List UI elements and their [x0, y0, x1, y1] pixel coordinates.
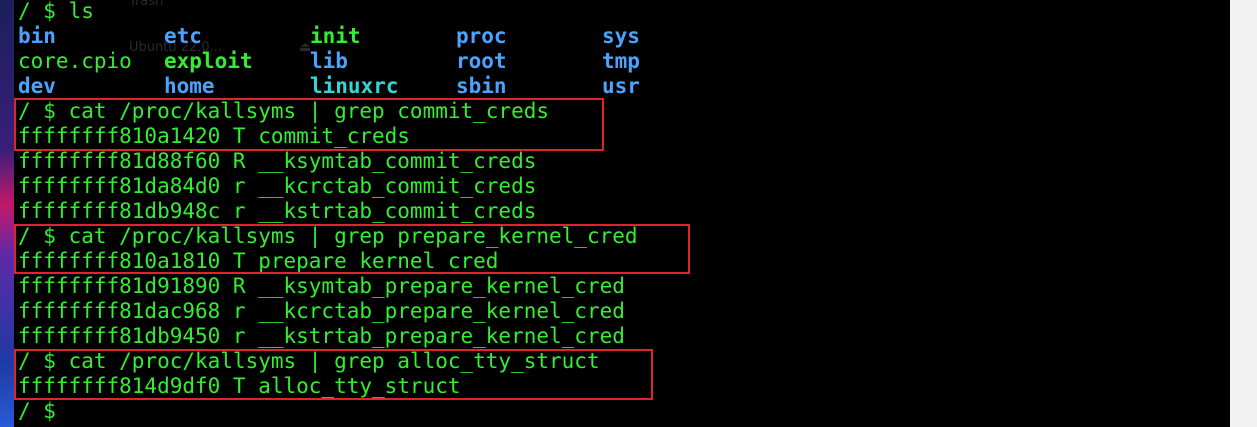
- terminal-line-ls-command: / $ ls: [18, 0, 94, 23]
- ls-item-root: root: [456, 49, 507, 73]
- terminal-line: ffffffff81da84d0 r __kcrctab_commit_cred…: [18, 174, 537, 198]
- scrollbar-track[interactable]: [1230, 0, 1257, 427]
- terminal-line: ffffffff81d91890 R __ksymtab_prepare_ker…: [18, 274, 625, 298]
- highlight-box-prepare-kernel-cred: [14, 224, 690, 274]
- ls-item-usr: usr: [602, 74, 640, 98]
- ls-item-init: init: [310, 24, 361, 48]
- ls-item-proc: proc: [456, 24, 507, 48]
- ls-item-home: home: [164, 74, 215, 98]
- highlight-box-commit-creds: [14, 98, 604, 151]
- ls-item-linuxrc: linuxrc: [310, 74, 399, 98]
- terminal-line: ffffffff81db9450 r __kstrtab_prepare_ker…: [18, 324, 625, 348]
- ls-item-sys: sys: [602, 24, 640, 48]
- ls-item-core-cpio: core.cpio: [18, 49, 132, 73]
- ls-item-tmp: tmp: [602, 49, 640, 73]
- ls-item-dev: dev: [18, 74, 56, 98]
- ls-item-sbin: sbin: [456, 74, 507, 98]
- terminal-line: ffffffff81d88f60 R __ksymtab_commit_cred…: [18, 149, 537, 173]
- desktop-background: [0, 0, 14, 427]
- ls-item-bin: bin: [18, 24, 56, 48]
- ghost-trash-label: Trash: [129, 0, 164, 9]
- terminal-prompt[interactable]: / $: [18, 399, 56, 424]
- ls-item-etc: etc: [164, 24, 202, 48]
- ls-item-exploit: exploit: [164, 49, 253, 73]
- terminal-line: ffffffff81dac968 r __kcrctab_prepare_ker…: [18, 299, 625, 323]
- terminal-line: ffffffff81db948c r __kstrtab_commit_cred…: [18, 199, 537, 223]
- terminal-window[interactable]: Trash Ubuntu 22.0... ⏏ / $ ls bin etc in…: [14, 0, 1237, 427]
- ls-item-lib: lib: [310, 49, 348, 73]
- highlight-box-alloc-tty-struct: [14, 349, 653, 400]
